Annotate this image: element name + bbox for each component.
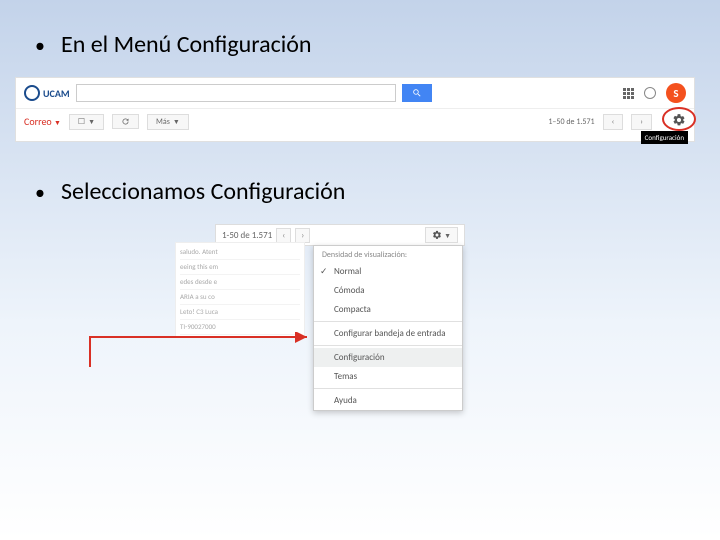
snippet-row: ARIA a su co: [180, 290, 300, 305]
bullet-2-text: Seleccionamos Configuración: [61, 177, 345, 206]
configure-inbox-item[interactable]: Configurar bandeja de entrada: [314, 324, 462, 343]
refresh-icon: [121, 117, 130, 126]
dropdown-separator: [314, 321, 462, 322]
select-checkbox-button[interactable]: ☐▼: [69, 114, 104, 130]
snippet-row: edes desde e: [180, 275, 300, 290]
snippet-row: TI-90027000: [180, 320, 300, 335]
chevron-down-icon: ▼: [88, 117, 95, 126]
gmail-top-row: UCAM S: [16, 78, 694, 108]
ucam-logo-text: UCAM: [43, 87, 70, 100]
email-snippet-pane: saludo. Atent eeing this em edes desde e…: [175, 242, 305, 338]
bullet-2: • Seleccionamos Configuración: [35, 177, 685, 206]
chevron-down-icon: ▼: [54, 118, 61, 127]
settings-gear-button[interactable]: ▼: [425, 227, 458, 243]
settings-tooltip: Configuración: [641, 131, 688, 144]
apps-icon[interactable]: [623, 88, 634, 99]
settings-item[interactable]: Configuración: [314, 348, 462, 367]
themes-item[interactable]: Temas: [314, 367, 462, 386]
search-button[interactable]: [402, 84, 432, 102]
gear-icon: [672, 113, 686, 127]
ucam-logo-icon: [24, 85, 40, 101]
bullet-dot: •: [35, 181, 45, 205]
page-count: 1–50 de 1.571: [548, 117, 594, 127]
snippet-row: saludo. Atent: [180, 245, 300, 260]
density-comfortable-item[interactable]: Cómoda: [314, 281, 462, 300]
gmail-toolbar-row: Correo ▼ ☐▼ Más ▼ 1–50 de 1.571 ‹ › Conf…: [16, 108, 694, 134]
next-page-button[interactable]: ›: [295, 228, 310, 243]
notifications-icon[interactable]: [644, 87, 656, 99]
ucam-logo: UCAM: [24, 85, 70, 101]
refresh-button[interactable]: [112, 114, 139, 129]
settings-gear[interactable]: Configuración: [672, 113, 686, 130]
chevron-down-icon: ▼: [173, 117, 180, 126]
more-button[interactable]: Más ▼: [147, 114, 189, 130]
annotation-arrow: [85, 332, 315, 372]
dropdown-separator: [314, 388, 462, 389]
page-count-2: 1-50 de 1.571: [222, 230, 272, 241]
avatar[interactable]: S: [666, 83, 686, 103]
dropdown-separator: [314, 345, 462, 346]
gear-icon: [432, 230, 442, 240]
settings-dropdown: Densidad de visualización: Normal Cómoda…: [313, 245, 463, 411]
search-input[interactable]: [76, 84, 396, 102]
bullet-dot: •: [35, 34, 45, 58]
settings-dropdown-screenshot: saludo. Atent eeing this em edes desde e…: [215, 224, 465, 411]
gmail-header-screenshot: UCAM S Correo ▼ ☐▼ Más ▼ 1–50 de 1.571 ‹…: [15, 77, 695, 142]
top-right-controls: S: [623, 83, 686, 103]
help-item[interactable]: Ayuda: [314, 391, 462, 410]
chevron-down-icon: ▼: [444, 231, 451, 240]
density-compact-item[interactable]: Compacta: [314, 300, 462, 319]
search-icon: [412, 88, 422, 98]
density-normal-item[interactable]: Normal: [314, 262, 462, 281]
next-page-button[interactable]: ›: [631, 114, 652, 130]
bullet-1-text: En el Menú Configuración: [61, 30, 312, 59]
prev-page-button[interactable]: ‹: [276, 228, 291, 243]
snippet-row: Leto! C3 Luca: [180, 305, 300, 320]
prev-page-button[interactable]: ‹: [603, 114, 624, 130]
dropdown-section-header: Densidad de visualización:: [314, 246, 462, 262]
correo-label[interactable]: Correo ▼: [24, 115, 61, 128]
bullet-1: • En el Menú Configuración: [35, 30, 685, 59]
snippet-row: eeing this em: [180, 260, 300, 275]
